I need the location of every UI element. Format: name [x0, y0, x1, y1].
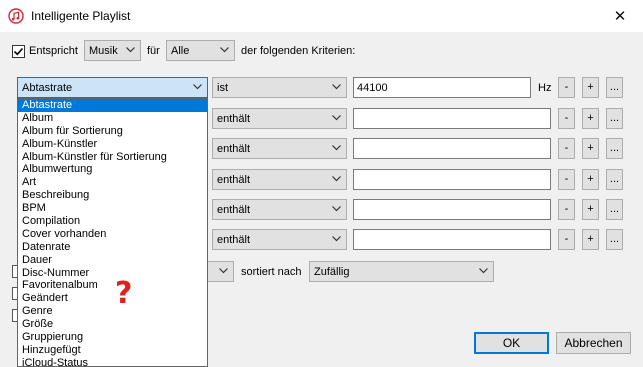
dropdown-option[interactable]: Gruppierung [18, 331, 207, 344]
remove-rule-button[interactable]: - [558, 108, 575, 129]
remove-rule-button[interactable]: - [558, 138, 575, 159]
checkmark-icon [13, 47, 24, 56]
rule-unit-label: Hz [538, 82, 552, 94]
rule-value-input[interactable] [353, 108, 551, 129]
rule-field-value: Abtastrate [22, 82, 73, 94]
rule-value-text: 44100 [357, 82, 388, 94]
criteria-label: der folgenden Kriterien: [241, 45, 356, 57]
remove-rule-button[interactable]: - [558, 169, 575, 190]
media-kind-value: Musik [89, 45, 118, 57]
for-label: für [147, 45, 160, 57]
window-title: Intelligente Playlist [31, 9, 131, 23]
dropdown-option[interactable]: BPM [18, 202, 207, 215]
rule-value-input[interactable] [353, 138, 551, 159]
chevron-down-icon [220, 47, 229, 53]
close-icon[interactable]: ✕ [597, 0, 643, 32]
itunes-note-icon [8, 8, 24, 24]
rule-operator-value: enthält [217, 113, 251, 125]
rule-value-input[interactable] [353, 199, 551, 220]
rule-operator-select[interactable]: enthält [212, 169, 347, 190]
rule-value-input[interactable]: 44100 [353, 77, 531, 98]
dropdown-option[interactable]: Hinzugefügt [18, 344, 207, 357]
dropdown-option[interactable]: Abtastrate [18, 99, 207, 112]
sorted-by-label: sortiert nach [241, 266, 302, 278]
rule-operator-value: enthält [217, 204, 251, 216]
dropdown-option[interactable]: Albumwertung [18, 163, 207, 176]
dropdown-option[interactable]: Geändert [18, 292, 207, 305]
rule-operator-value: enthält [217, 234, 251, 246]
annotation-question-mark: ? [115, 276, 133, 311]
scope-select[interactable]: Alle [166, 40, 235, 61]
rule-operator-select[interactable]: enthält [212, 138, 347, 159]
match-label: Entspricht [29, 45, 78, 57]
dropdown-option[interactable]: Beschreibung [18, 189, 207, 202]
nested-rule-button[interactable]: ... [606, 229, 623, 250]
dropdown-option[interactable]: Album [18, 112, 207, 125]
rule-operator-select[interactable]: enthält [212, 199, 347, 220]
dropdown-option[interactable]: Favoritenalbum [18, 279, 207, 292]
rule-value-input[interactable] [353, 169, 551, 190]
add-rule-button[interactable]: + [582, 199, 599, 220]
scope-value: Alle [171, 45, 190, 57]
rule-field-select[interactable]: Abtastrate [17, 77, 208, 98]
remove-rule-button[interactable]: - [558, 77, 575, 98]
nested-rule-button[interactable]: ... [606, 199, 623, 220]
rule-operator-select[interactable]: enthält [212, 108, 347, 129]
dropdown-option[interactable]: Größe [18, 318, 207, 331]
nested-rule-button[interactable]: ... [606, 138, 623, 159]
dropdown-option[interactable]: Art [18, 176, 207, 189]
chevron-down-icon [332, 115, 341, 121]
media-kind-select[interactable]: Musik [84, 40, 141, 61]
add-rule-button[interactable]: + [582, 77, 599, 98]
field-dropdown-list[interactable]: Abtastrate Album Album für Sortierung Album… [17, 98, 208, 367]
rule-value-input[interactable] [353, 229, 551, 250]
dropdown-option[interactable]: Cover vorhanden [18, 228, 207, 241]
dropdown-option[interactable]: Album-Künstler [18, 138, 207, 151]
nested-rule-button[interactable]: ... [606, 169, 623, 190]
chevron-down-icon [332, 145, 341, 151]
chevron-down-icon [126, 47, 135, 53]
chevron-down-icon [193, 84, 202, 90]
cancel-button[interactable]: Abbrechen [556, 332, 631, 354]
add-rule-button[interactable]: + [582, 108, 599, 129]
chevron-down-icon [332, 206, 341, 212]
rule-operator-value: ist [217, 82, 228, 94]
ok-button[interactable]: OK [474, 332, 549, 354]
nested-rule-button[interactable]: ... [606, 108, 623, 129]
dropdown-option[interactable]: Dauer [18, 254, 207, 267]
rule-operator-select[interactable]: enthält [212, 229, 347, 250]
chevron-down-icon [332, 176, 341, 182]
chevron-down-icon [219, 268, 228, 274]
add-rule-button[interactable]: + [582, 169, 599, 190]
dropdown-option[interactable]: Album für Sortierung [18, 125, 207, 138]
add-rule-button[interactable]: + [582, 229, 599, 250]
match-checkbox[interactable] [12, 45, 25, 58]
dropdown-option[interactable]: Disc-Nummer [18, 267, 207, 280]
chevron-down-icon [479, 268, 488, 274]
remove-rule-button[interactable]: - [558, 199, 575, 220]
sort-order-value: Zufällig [314, 266, 350, 278]
rule-operator-value: enthält [217, 143, 251, 155]
dropdown-option[interactable]: iCloud-Status [18, 357, 207, 366]
rule-operator-select[interactable]: ist [212, 77, 347, 98]
rule-operator-value: enthält [217, 174, 251, 186]
title-bar: Intelligente Playlist ✕ [0, 0, 643, 32]
add-rule-button[interactable]: + [582, 138, 599, 159]
remove-rule-button[interactable]: - [558, 229, 575, 250]
sort-order-select[interactable]: Zufällig [309, 261, 494, 282]
dropdown-option[interactable]: Datenrate [18, 241, 207, 254]
nested-rule-button[interactable]: ... [606, 77, 623, 98]
dropdown-option[interactable]: Compilation [18, 215, 207, 228]
chevron-down-icon [332, 84, 341, 90]
dropdown-option[interactable]: Album-Künstler für Sortierung [18, 151, 207, 164]
chevron-down-icon [332, 236, 341, 242]
dropdown-option[interactable]: Genre [18, 305, 207, 318]
